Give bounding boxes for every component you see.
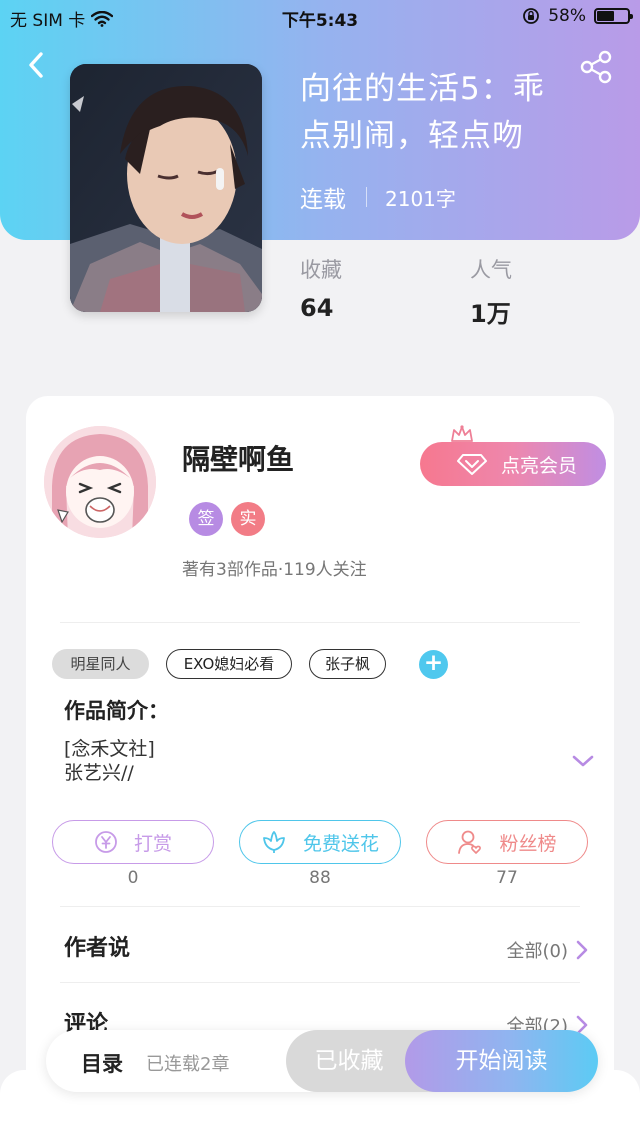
- add-tag-button[interactable]: +: [419, 650, 448, 679]
- battery-level: [597, 11, 614, 21]
- word-count: 2101字: [385, 186, 456, 211]
- start-reading-button[interactable]: 开始阅读: [405, 1030, 598, 1092]
- fan-count: 77: [496, 868, 518, 888]
- book-meta: 连载 2101字: [300, 180, 456, 214]
- back-button[interactable]: [20, 48, 54, 82]
- divider: [60, 622, 580, 623]
- meta-separator: [366, 187, 367, 207]
- tip-label: 打赏: [133, 832, 172, 855]
- table-of-contents-button[interactable]: 目录: [81, 1048, 123, 1078]
- author-notes-link[interactable]: 全部(0): [507, 937, 589, 963]
- fan-ranking-label: 粉丝榜: [499, 832, 557, 855]
- send-flower-button[interactable]: 免费送花: [239, 820, 401, 864]
- stat-label: 收藏: [300, 258, 342, 282]
- book-cover[interactable]: [70, 64, 262, 312]
- book-title-line1: 向往的生活5：乖: [300, 71, 545, 107]
- stat-label: 人气: [470, 258, 512, 282]
- battery-icon: [594, 8, 633, 24]
- plus-icon: +: [423, 650, 444, 676]
- badge-signed: 签: [189, 502, 223, 536]
- tip-button[interactable]: 打赏: [52, 820, 214, 864]
- book-status: 连载: [300, 187, 346, 213]
- divider: [60, 906, 580, 907]
- stat-value: 1万: [470, 300, 511, 328]
- flower-count: 88: [309, 868, 331, 888]
- intro-line: [念禾文社]: [64, 738, 155, 760]
- chapter-count: 已连载2章: [146, 1054, 230, 1075]
- flower-icon: [263, 831, 285, 853]
- author-notes-title: 作者说: [64, 936, 131, 961]
- status-bar-right: 58%: [522, 6, 633, 26]
- crown-icon: [451, 425, 473, 442]
- diamond-icon: [456, 454, 487, 475]
- avatar-image: [44, 426, 156, 538]
- intro-line: 张艺兴//: [64, 762, 134, 784]
- tag-zhang-zifeng[interactable]: 张子枫: [309, 649, 386, 679]
- send-flower-label: 免费送花: [302, 832, 379, 855]
- battery-percent: 58%: [548, 6, 586, 26]
- chevron-down-icon[interactable]: [570, 752, 596, 770]
- fan-ranking-button[interactable]: 粉丝榜: [426, 820, 588, 864]
- badge-verified: 实: [231, 502, 265, 536]
- rotation-lock-icon: [523, 8, 540, 24]
- author-notes-count: 全部(0): [506, 941, 569, 962]
- tag-exo[interactable]: EXO媳妇必看: [166, 649, 292, 679]
- status-bar: 无 SIM 卡 下午5:43 58%: [0, 0, 640, 34]
- tip-count: 0: [127, 868, 139, 888]
- stat-favorites: 收藏 64: [300, 254, 342, 322]
- author-name[interactable]: 隔壁啊鱼: [182, 438, 294, 478]
- vip-button[interactable]: 点亮会员: [420, 442, 606, 486]
- author-avatar[interactable]: [44, 426, 156, 538]
- tag-celebrity-fanfic[interactable]: 明星同人: [52, 649, 149, 679]
- divider: [60, 982, 580, 983]
- fan-user-icon: [458, 830, 482, 854]
- cover-photo: [70, 64, 262, 312]
- chevron-left-icon: [29, 52, 43, 78]
- intro-heading: 作品简介：: [64, 699, 169, 723]
- chevron-right-icon: [576, 940, 588, 960]
- stat-popularity: 人气 1万: [470, 254, 512, 329]
- vip-label: 点亮会员: [500, 454, 577, 477]
- stat-value: 64: [300, 294, 334, 322]
- book-title: 向往的生活5：乖 点别闹，轻点吻: [300, 66, 600, 160]
- coin-icon: [95, 831, 117, 853]
- book-title-line2: 点别闹，轻点吻: [300, 118, 524, 154]
- author-stats: 著有3部作品·119人关注: [182, 560, 367, 580]
